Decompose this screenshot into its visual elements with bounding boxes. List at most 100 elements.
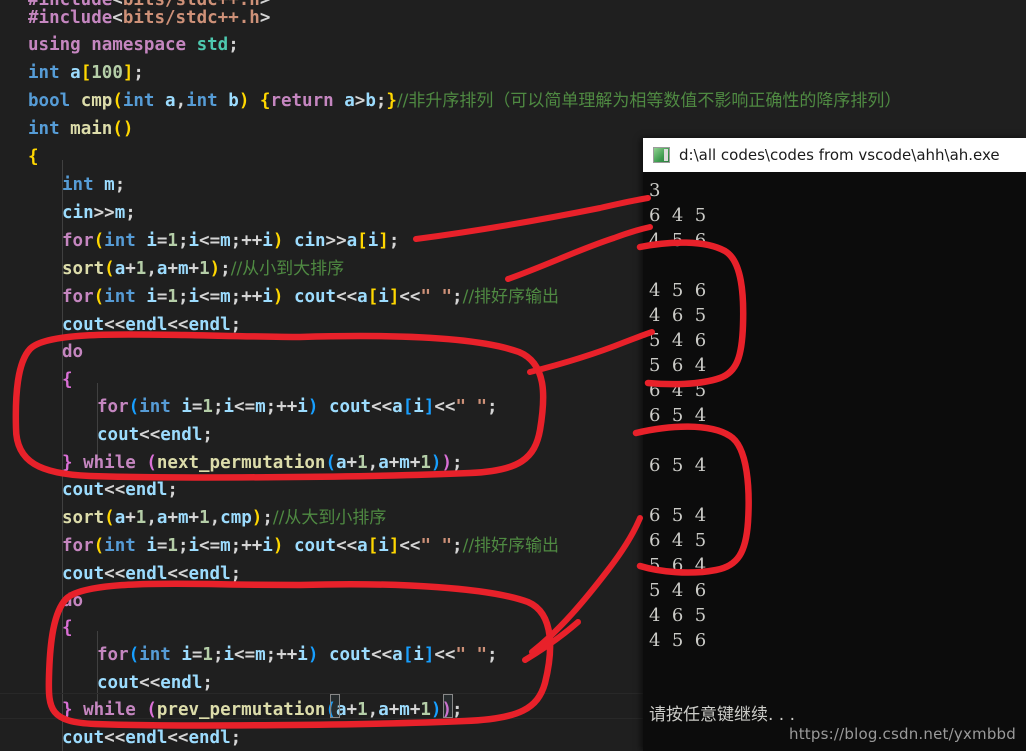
code-token: int xyxy=(62,175,94,195)
code-token: a xyxy=(165,91,176,111)
code-line[interactable]: sort(a+1,a+m+1);//从小到大排序 xyxy=(0,257,344,282)
code-token: <= xyxy=(199,287,221,307)
code-token: 1 xyxy=(167,536,178,556)
code-token: ) xyxy=(430,700,442,720)
code-token: cin xyxy=(62,203,94,223)
code-token: i xyxy=(181,397,192,417)
code-line[interactable]: for(int i=1;i<=m;++i) cout<<a[i]<<" ";//… xyxy=(0,534,559,559)
code-token: << xyxy=(167,564,189,584)
code-line[interactable]: } while (next_permutation(a+1,a+m+1)); xyxy=(0,451,463,476)
code-token: << xyxy=(167,315,189,335)
console-window[interactable]: d:\all codes\codes from vscode\ahh\ah.ex… xyxy=(643,138,1026,751)
code-token: b xyxy=(228,91,239,111)
code-token: " " xyxy=(420,536,453,556)
code-line[interactable]: int m; xyxy=(0,173,125,198)
code-token: i xyxy=(146,287,157,307)
code-token: { xyxy=(62,618,73,638)
code-token: a xyxy=(156,508,168,528)
code-line[interactable]: cout<<endl; xyxy=(0,671,213,696)
console-output-line: 6 5 4 xyxy=(649,505,707,526)
code-token: { xyxy=(62,370,73,390)
code-token: for xyxy=(62,536,94,556)
code-token: a xyxy=(114,259,126,279)
code-token: [ xyxy=(80,63,92,83)
code-line[interactable]: cout<<endl; xyxy=(0,423,213,448)
code-line[interactable]: cin>>m; xyxy=(0,201,136,226)
code-token: } xyxy=(62,453,73,473)
code-token: cout xyxy=(293,536,337,556)
code-line[interactable]: { xyxy=(0,145,39,170)
code-token: ( xyxy=(128,645,140,665)
code-token: int xyxy=(28,119,60,139)
code-token: ; xyxy=(133,63,144,83)
code-line[interactable]: do xyxy=(0,589,83,614)
code-token: ) xyxy=(272,231,284,251)
code-token: ; xyxy=(220,259,231,279)
console-titlebar[interactable]: d:\all codes\codes from vscode\ahh\ah.ex… xyxy=(643,138,1026,172)
code-line[interactable]: do xyxy=(0,340,83,365)
code-token: a xyxy=(346,231,358,251)
code-token: + xyxy=(167,508,178,528)
console-output-line: 6 4 5 xyxy=(649,205,707,226)
console-output-line: 4 5 6 xyxy=(649,280,707,301)
code-line[interactable]: using namespace std; xyxy=(0,33,239,58)
console-output-line: 5 6 4 xyxy=(649,355,707,376)
code-line[interactable]: { xyxy=(0,616,73,641)
code-line[interactable]: for(int i=1;i<=m;++i) cout<<a[i]<<" ";//… xyxy=(0,285,559,310)
code-token: ( xyxy=(325,453,336,473)
code-token: ) xyxy=(238,91,250,111)
code-token: a xyxy=(344,91,355,111)
code-token: //非升序排列（可以简单理解为相等数值不影响正确性的降序排列） xyxy=(396,91,902,111)
code-line[interactable]: } while (prev_permutation(a+1,a+m+1)); xyxy=(0,698,463,723)
console-output-area[interactable]: 3 6 4 5 4 5 6 4 5 6 4 6 5 5 4 6 5 6 4 6 4 5 6 5 … xyxy=(643,172,1026,751)
code-token: std xyxy=(196,35,229,55)
code-line[interactable]: cout<<endl; xyxy=(0,478,178,503)
code-line[interactable]: cout<<endl<<endl; xyxy=(0,313,241,338)
code-line[interactable]: cout<<endl<<endl; xyxy=(0,562,241,587)
code-line[interactable]: { xyxy=(0,368,73,393)
code-token: i xyxy=(188,536,200,556)
code-line[interactable]: #include<bits/stdc++.h> xyxy=(0,6,270,31)
code-token: 1 xyxy=(357,453,368,473)
code-token: << xyxy=(104,315,126,335)
code-line[interactable]: int a[100]; xyxy=(0,61,144,86)
code-line[interactable]: sort(a+1,a+m+1,cmp);//从大到小排序 xyxy=(0,506,386,531)
code-token: //从大到小排序 xyxy=(272,508,387,528)
code-token: m xyxy=(177,259,189,279)
code-token: i xyxy=(181,645,192,665)
code-line[interactable]: cout<<endl<<endl; xyxy=(0,726,241,751)
code-token: + xyxy=(188,259,200,279)
code-token: b xyxy=(365,91,376,111)
code-token: //排好序输出 xyxy=(462,287,560,307)
code-token: <= xyxy=(234,397,256,417)
code-token: namespace xyxy=(91,35,187,55)
code-token: >> xyxy=(325,231,347,251)
code-token: = xyxy=(191,397,203,417)
code-token: + xyxy=(409,453,421,473)
code-token: ( xyxy=(128,397,140,417)
code-token: + xyxy=(346,700,358,720)
code-token: 1 xyxy=(420,453,431,473)
code-line[interactable]: int main() xyxy=(0,117,133,142)
code-token: m xyxy=(399,700,410,720)
code-line[interactable]: bool cmp(int a,int b) {return a>b;}//非升序… xyxy=(0,89,901,114)
code-line[interactable]: for(int i=1;i<=m;++i) cin>>a[i]; xyxy=(0,229,399,254)
code-token: ; xyxy=(262,508,273,528)
code-token: ] xyxy=(378,231,389,251)
console-output-line: 6 5 4 xyxy=(649,455,707,476)
code-token: 100 xyxy=(91,63,123,83)
code-token: , xyxy=(146,259,157,279)
code-token: cout xyxy=(97,673,140,693)
code-token: i xyxy=(188,287,200,307)
code-line[interactable]: for(int i=1;i<=m;++i) cout<<a[i]<<" "; xyxy=(0,395,498,420)
code-line[interactable]: for(int i=1;i<=m;++i) cout<<a[i]<<" "; xyxy=(0,643,498,668)
